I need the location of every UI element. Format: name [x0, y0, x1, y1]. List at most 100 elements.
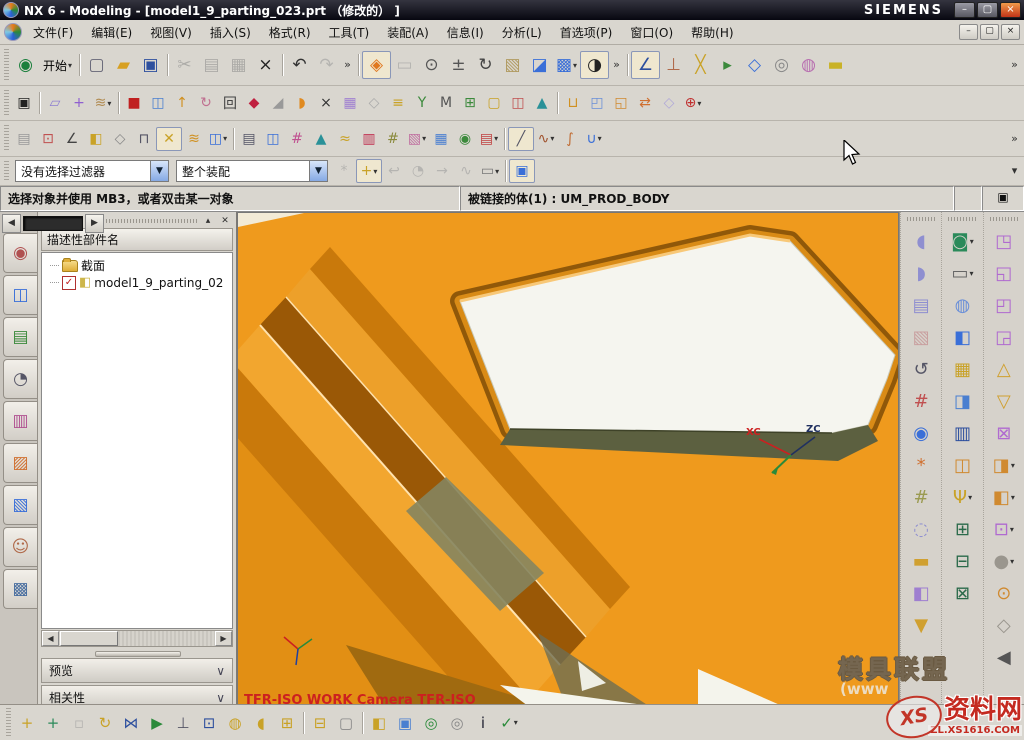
view-orient-cube-icon[interactable]: ▩▾ [553, 52, 580, 78]
trim-body-icon[interactable]: ◢ [266, 92, 290, 114]
suction-tool-icon[interactable]: Ψ▾ [946, 482, 978, 512]
swept-surface-icon[interactable]: ◖ [905, 226, 937, 256]
delay-update-icon[interactable]: ↺ [905, 354, 937, 384]
move-face-icon[interactable]: M [434, 92, 458, 114]
grey-body-menu-icon[interactable]: ●▾ [988, 546, 1020, 576]
zigzag-icon[interactable]: ≈ [333, 128, 357, 150]
tree-item-1[interactable]: 截面 [42, 256, 232, 275]
component-array-icon[interactable]: ▫ [66, 710, 92, 735]
wcs-orient-icon[interactable]: ∠ [60, 128, 84, 150]
wave-geometry-icon[interactable]: ◧ [366, 710, 392, 735]
spline-icon[interactable]: ∿▾ [534, 128, 558, 150]
profile-icon[interactable]: ⊓ [132, 128, 156, 150]
menu-item-6[interactable]: 工具(T) [320, 21, 379, 44]
tab-history[interactable]: ◔ [3, 359, 37, 399]
fit-view-icon[interactable]: ◈ [362, 51, 391, 79]
menu-item-4[interactable]: 插入(S) [201, 21, 260, 44]
toolbar-drag-handle[interactable] [948, 217, 976, 221]
spreadsheet-icon[interactable]: ▦ [429, 128, 453, 150]
linked-body-icon[interactable]: ◫ [506, 92, 530, 114]
pick-body-icon[interactable]: ◰ [988, 290, 1020, 320]
iso-view-icon[interactable]: ◧ [84, 128, 108, 150]
selection-scope-combo[interactable]: 整个装配 ▼ [176, 160, 328, 182]
thicken-icon[interactable]: ◇ [362, 92, 386, 114]
customize-icon[interactable]: ✕ [156, 127, 182, 151]
doc-minimize-icon[interactable]: – [959, 24, 978, 40]
window-restore-icon[interactable]: ▢ [977, 2, 998, 18]
chevron-down-icon[interactable]: ▾ [68, 61, 72, 70]
core-icon[interactable]: ◱ [609, 92, 633, 114]
image-capture-icon[interactable]: ▧▾ [405, 128, 429, 150]
bounded-plane-icon[interactable]: ▢ [482, 92, 506, 114]
toolbar-drag-handle[interactable] [4, 49, 9, 81]
boolean-subtract-icon[interactable]: ⊟ [946, 546, 978, 576]
standard-overflow-icon[interactable]: » [340, 52, 355, 78]
line-icon[interactable]: ╱ [508, 127, 534, 151]
chevron-down-icon[interactable]: ▼ [150, 161, 168, 181]
chevron-down-icon[interactable]: ▾ [1010, 525, 1014, 534]
datum-check-icon[interactable]: ✓▾ [496, 710, 522, 735]
body-list-menu-icon[interactable]: ◨▾ [988, 450, 1020, 480]
pan-view-icon[interactable]: ▧ [499, 52, 526, 78]
pocket-icon[interactable]: ⊔ [561, 92, 585, 114]
chevron-down-icon[interactable]: ▾ [969, 269, 973, 278]
delete-body-icon[interactable]: ⊠ [988, 418, 1020, 448]
move-body-icon[interactable]: ◳ [988, 226, 1020, 256]
scroll-right-icon[interactable]: ▶ [215, 631, 232, 646]
tab-palette[interactable]: ▨ [3, 443, 37, 483]
pattern-icon[interactable]: ⊞ [458, 92, 482, 114]
chevron-down-icon[interactable]: ▾ [573, 61, 577, 70]
animation-icon[interactable]: ▥ [357, 128, 381, 150]
tab-system-materials[interactable]: ▥ [3, 401, 37, 441]
nav-back-button[interactable]: ◀ [2, 214, 21, 233]
search-body-icon[interactable]: ⊙ [988, 578, 1020, 608]
warn-body-icon[interactable]: △ [988, 354, 1020, 384]
pattern-setup-icon[interactable]: ⊡ [36, 128, 60, 150]
menu-item-9[interactable]: 分析(L) [493, 21, 551, 44]
tab-roles[interactable]: ☺ [3, 527, 37, 567]
shaded-puck-icon[interactable]: ◍ [946, 290, 978, 320]
hole-icon[interactable]: 回 [218, 92, 242, 114]
model-canvas[interactable]: XC ZC TFR-ISO WORK Camera TFR-ISO [238, 213, 899, 711]
unite-icon[interactable]: ◫ [146, 92, 170, 114]
chevron-down-icon[interactable]: ▾ [514, 718, 518, 727]
bend-down-icon[interactable]: ▼ [905, 610, 937, 640]
zoom-box-icon[interactable]: ▭ [391, 52, 418, 78]
tab-assembly-navigator[interactable]: ◉ [3, 233, 37, 273]
tree-item-checkbox[interactable]: ✓ [62, 276, 76, 290]
revolve-icon[interactable]: ↻ [194, 92, 218, 114]
app-menu-icon[interactable] [4, 23, 22, 41]
stack-icon[interactable]: ≡ [386, 92, 410, 114]
inactive-body-icon[interactable]: ◇ [988, 610, 1020, 640]
ruler-icon[interactable]: ▬ [822, 52, 849, 78]
previous-selection-icon[interactable]: → [430, 160, 454, 182]
rotate-view-icon[interactable]: ↻ [472, 52, 499, 78]
sheet-body-icon[interactable]: ◗ [290, 92, 314, 114]
cavity-icon[interactable]: ◰ [585, 92, 609, 114]
redo-icon[interactable]: ↷ [313, 52, 340, 78]
draft-icon[interactable]: ▲ [530, 92, 554, 114]
toolbar-drag-handle[interactable] [4, 161, 9, 181]
blank-sheet-icon[interactable]: ▭▾ [946, 258, 978, 288]
zoom-in-out-icon[interactable]: ± [445, 52, 472, 78]
instance-icon[interactable]: Y [410, 92, 434, 114]
chevron-down-icon[interactable]: ▾ [970, 237, 974, 246]
half-block-icon[interactable]: ◧ [905, 578, 937, 608]
wrench-tool-icon[interactable]: ◖ [248, 710, 274, 735]
view-overflow-icon[interactable]: » [609, 52, 624, 78]
swap-model-icon[interactable]: ⇄ [633, 92, 657, 114]
shaded-solid-icon[interactable]: ▣ [509, 159, 535, 183]
panel-splitter[interactable] [38, 648, 236, 657]
remember-constraint-icon[interactable]: ⊡ [196, 710, 222, 735]
menu-item-10[interactable]: 首选项(P) [551, 21, 622, 44]
chevron-down-icon[interactable]: ▾ [107, 99, 111, 108]
window-minimize-icon[interactable]: – [954, 2, 975, 18]
quadrant-snap-icon[interactable]: ◍ [795, 52, 822, 78]
insert-cavity-icon[interactable]: ▦ [946, 354, 978, 384]
intersection-snap-icon[interactable]: ◇ [741, 52, 768, 78]
mesh-surface-icon[interactable]: # [905, 386, 937, 416]
sew-icon[interactable]: ▦ [338, 92, 362, 114]
add-component-icon[interactable]: + [14, 710, 40, 735]
delete-icon[interactable]: × [252, 52, 279, 78]
menu-item-12[interactable]: 帮助(H) [682, 21, 742, 44]
